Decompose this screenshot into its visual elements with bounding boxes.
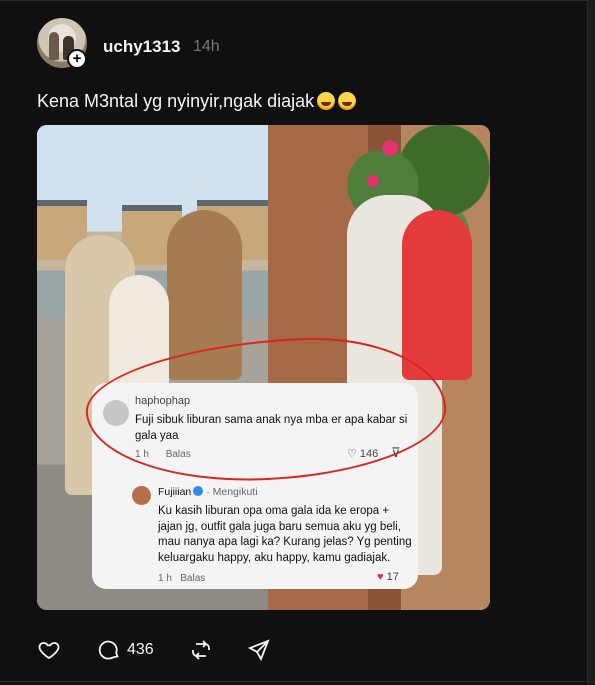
- heart-outline-icon: ♡: [100, 535, 120, 560]
- rofl-emoji-icon: [317, 92, 336, 110]
- verified-icon: [193, 486, 204, 496]
- like-button[interactable]: [37, 637, 61, 663]
- post-caption: Kena M3ntal yg nyinyir,ngak diajak: [37, 91, 357, 112]
- reply-meta: 1 h Balas: [158, 573, 206, 584]
- reply-like-count: ♥ 17: [377, 571, 399, 583]
- post-actions: 436: [37, 637, 297, 663]
- comment-icon: [98, 640, 119, 660]
- reply-username: Fujiiian · Mengikuti: [158, 486, 258, 498]
- repost-button[interactable]: [189, 637, 213, 663]
- repost-icon: [192, 640, 210, 660]
- top-divider: [0, 0, 595, 1]
- scrollbar[interactable]: [587, 0, 595, 685]
- reply-count: 436: [127, 641, 154, 658]
- caption-text: Kena M3ntal yg nyinyir,ngak diajak: [37, 91, 315, 111]
- reply-avatar: [132, 486, 151, 505]
- timestamp: 14h: [193, 38, 220, 55]
- share-button[interactable]: [247, 637, 271, 663]
- plus-icon[interactable]: +: [67, 49, 87, 69]
- rofl-emoji-icon: [338, 92, 357, 110]
- post-divider: [0, 681, 595, 682]
- heart-icon: [38, 642, 60, 660]
- username[interactable]: uchy1313: [103, 37, 181, 57]
- reply-text: Ku kasih liburan opa oma gala ida ke ero…: [158, 505, 412, 564]
- send-icon: [247, 639, 270, 662]
- post-author[interactable]: +: [37, 18, 87, 69]
- reply-button[interactable]: 436: [97, 637, 154, 663]
